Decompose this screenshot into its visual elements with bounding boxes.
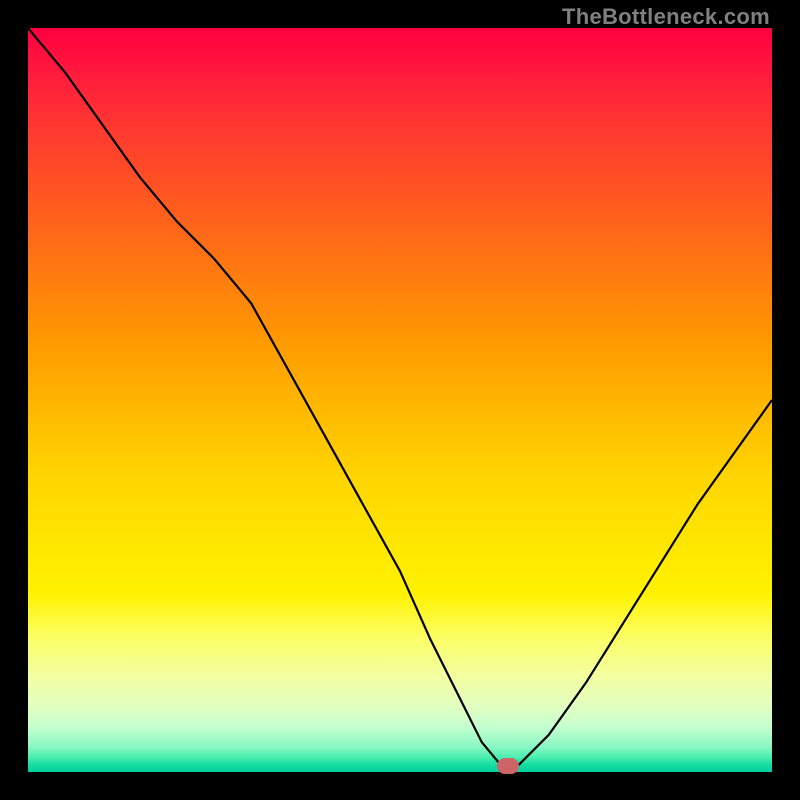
plot-area [28,28,772,772]
curve-path [28,28,772,765]
chart-container: TheBottleneck.com [0,0,800,800]
optimum-marker-icon [497,758,519,774]
bottleneck-curve [28,28,772,772]
attribution-watermark: TheBottleneck.com [562,4,770,30]
